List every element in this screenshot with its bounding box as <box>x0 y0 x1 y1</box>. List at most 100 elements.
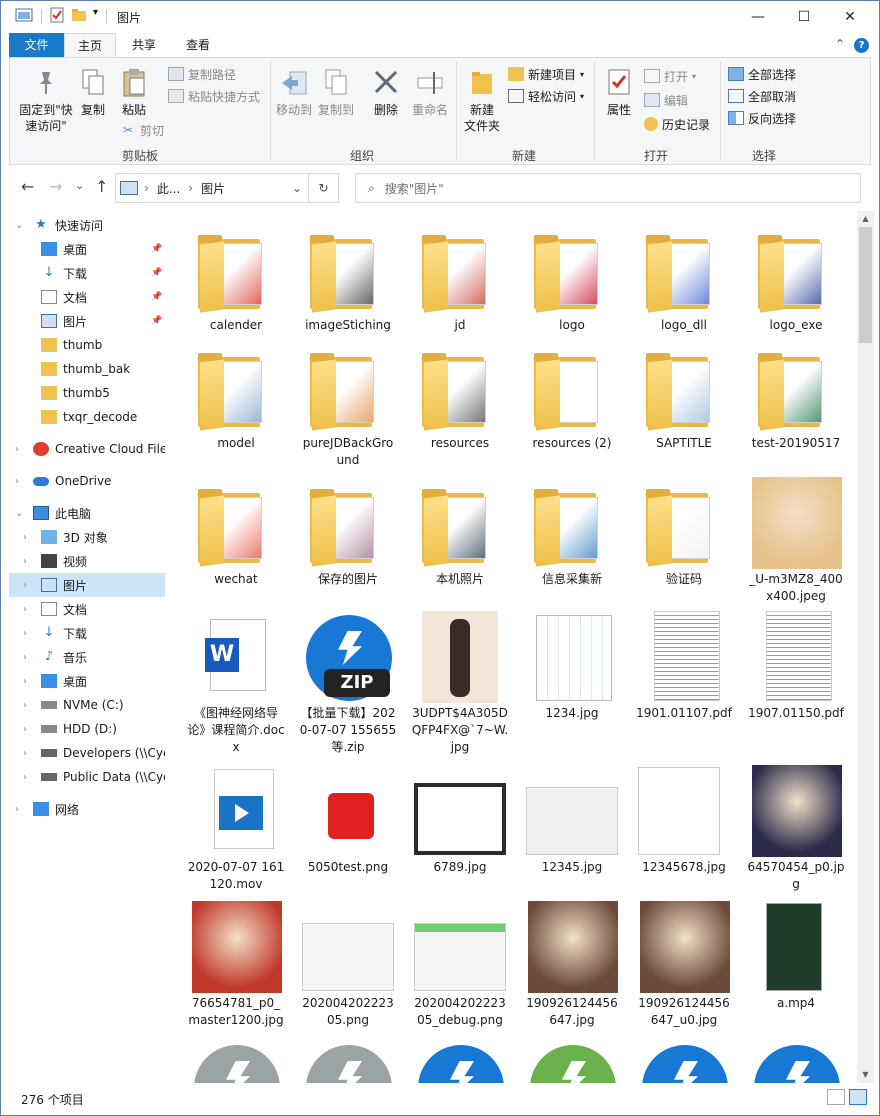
scroll-up-icon[interactable]: ▲ <box>857 211 874 227</box>
file-item[interactable]: 1901.01107.pdf <box>633 609 735 722</box>
file-item[interactable]: 2020-07-07 161120.mov <box>185 763 287 893</box>
back-button[interactable]: ← <box>21 177 34 196</box>
sidebar-item[interactable]: › Public Data (\\Cyc <box>9 765 165 789</box>
chevron-right-icon[interactable]: › <box>23 604 27 615</box>
file-item[interactable]: ZIP 【批量下载】2020-07-07 155655等.zip <box>297 609 399 756</box>
file-item[interactable]: 12345678.jpg <box>633 763 735 876</box>
file-item[interactable]: _U-m3MZ8_400x400.jpeg <box>745 475 847 605</box>
tab-home[interactable]: 主页 <box>64 33 116 57</box>
tab-file[interactable]: 文件 <box>9 33 64 57</box>
folder-item[interactable]: 信息采集新 <box>521 475 623 588</box>
chevron-down-icon[interactable]: ⌄ <box>15 220 23 231</box>
folder-item[interactable]: 本机照片 <box>409 475 511 588</box>
invert-selection-button[interactable]: 反向选择 <box>728 108 796 128</box>
file-item[interactable]: 20200420222305_debug.png <box>409 899 511 1029</box>
file-item[interactable] <box>633 1039 735 1083</box>
tab-view[interactable]: 查看 <box>172 33 224 57</box>
sidebar-item[interactable]: ⌄ ★ 快速访问 <box>9 213 165 237</box>
file-item[interactable]: 1234.jpg <box>521 609 623 722</box>
collapse-ribbon-icon[interactable]: ⌃ <box>835 37 845 51</box>
help-icon[interactable]: ? <box>854 38 869 53</box>
folder-item[interactable]: pureJDBackGround <box>297 339 399 469</box>
search-box[interactable]: ⌕ 搜索"图片" <box>355 173 861 203</box>
sidebar-item[interactable]: › NVMe (C:) <box>9 693 165 717</box>
select-all-button[interactable]: 全部选择 <box>728 64 796 84</box>
chevron-right-icon[interactable]: › <box>23 556 27 567</box>
file-item[interactable]: 6789.jpg <box>409 763 511 876</box>
folder-item[interactable]: calender <box>185 221 287 334</box>
sidebar-item[interactable]: › ↓ 下载 <box>9 621 165 645</box>
file-item[interactable]: 190926124456647.jpg <box>521 899 623 1029</box>
folder-item[interactable]: 保存的图片 <box>297 475 399 588</box>
address-bar[interactable]: › 此... › 图片 ⌄ <box>115 173 309 203</box>
forward-button[interactable]: → <box>49 177 62 196</box>
recent-locations-button[interactable]: ⌄ <box>75 179 84 192</box>
window-icon[interactable] <box>15 7 33 23</box>
minimize-button[interactable]: — <box>735 1 781 33</box>
chevron-right-icon[interactable]: › <box>23 676 27 687</box>
edit-button[interactable]: 编辑 <box>644 90 688 110</box>
file-item[interactable]: 12345.jpg <box>521 763 623 876</box>
sidebar-item[interactable]: › HDD (D:) <box>9 717 165 741</box>
file-item[interactable]: 76654781_p0_master1200.jpg <box>185 899 287 1029</box>
chevron-right-icon[interactable]: › <box>15 804 19 815</box>
sidebar-item[interactable]: › OneDrive <box>9 469 165 493</box>
file-item[interactable] <box>409 1039 511 1083</box>
sidebar-item[interactable]: ↓ 下载 📌 <box>9 261 165 285</box>
file-item[interactable] <box>297 1039 399 1083</box>
file-item[interactable] <box>185 1039 287 1083</box>
file-item[interactable] <box>521 1039 623 1083</box>
chevron-right-icon[interactable]: › <box>23 532 27 543</box>
sidebar-item[interactable]: thumb5 <box>9 381 165 405</box>
open-button[interactable]: 打开 ▾ <box>644 66 696 86</box>
address-dropdown-icon[interactable]: ⌄ <box>292 181 302 195</box>
chevron-right-icon[interactable]: › <box>23 580 27 591</box>
breadcrumb-pictures[interactable]: 图片 <box>201 180 225 197</box>
copy-to-button[interactable]: 复制到 <box>316 68 356 118</box>
chevron-right-icon[interactable]: › <box>23 700 27 711</box>
file-item[interactable]: 190926124456647_u0.jpg <box>633 899 735 1029</box>
chevron-down-icon[interactable]: ⌄ <box>15 508 23 519</box>
copy-button[interactable]: 复制 <box>78 68 108 118</box>
folder-item[interactable]: wechat <box>185 475 287 588</box>
folder-item[interactable]: SAPTITLE <box>633 339 735 452</box>
cut-button[interactable]: ✂ 剪切 <box>120 120 164 140</box>
file-item[interactable]: W 《图神经网络导论》课程简介.docx <box>185 609 287 756</box>
file-item[interactable]: a.mp4 <box>745 899 847 1012</box>
history-button[interactable]: 历史记录 <box>644 114 710 134</box>
folder-item[interactable]: jd <box>409 221 511 334</box>
up-button[interactable]: ↑ <box>95 177 108 196</box>
file-item[interactable]: 3UDPT$4A305DQFP4FX@`7~W.jpg <box>409 609 511 756</box>
folder-item[interactable]: logo_exe <box>745 221 847 334</box>
chevron-right-icon[interactable]: › <box>15 476 19 487</box>
folder-item[interactable]: test-20190517 <box>745 339 847 452</box>
maximize-button[interactable]: ☐ <box>781 1 827 33</box>
sidebar-item[interactable]: › 3D 对象 <box>9 525 165 549</box>
file-item[interactable]: 64570454_p0.jpg <box>745 763 847 893</box>
folder-item[interactable]: resources (2) <box>521 339 623 452</box>
move-to-button[interactable]: 移动到 <box>274 68 314 118</box>
sidebar-item[interactable]: 文档 📌 <box>9 285 165 309</box>
sidebar-item[interactable]: 桌面 📌 <box>9 237 165 261</box>
file-item[interactable]: 20200420222305.png <box>297 899 399 1029</box>
details-view-icon[interactable] <box>827 1089 845 1105</box>
paste-button[interactable]: 粘贴 <box>116 68 152 118</box>
select-none-button[interactable]: 全部取消 <box>728 86 796 106</box>
file-item[interactable] <box>745 1039 847 1083</box>
large-icons-view-icon[interactable] <box>849 1089 867 1105</box>
new-item-button[interactable]: 新建项目 ▾ <box>508 64 584 84</box>
sidebar-item[interactable]: › Creative Cloud Files <box>9 437 165 461</box>
chevron-right-icon[interactable]: › <box>23 748 27 759</box>
chevron-right-icon[interactable]: › <box>23 628 27 639</box>
scrollbar-thumb[interactable] <box>859 227 872 343</box>
vertical-scrollbar[interactable]: ▲ ▼ <box>857 211 874 1083</box>
sidebar-item[interactable]: txqr_decode <box>9 405 165 429</box>
tab-share[interactable]: 共享 <box>118 33 170 57</box>
close-button[interactable]: ✕ <box>827 1 873 33</box>
sidebar-item[interactable]: thumb_bak <box>9 357 165 381</box>
folder-item[interactable]: 验证码 <box>633 475 735 588</box>
new-folder-button[interactable]: 新建 文件夹 <box>460 68 504 134</box>
sidebar-item[interactable]: thumb <box>9 333 165 357</box>
sidebar-item[interactable]: 图片 📌 <box>9 309 165 333</box>
sidebar-item[interactable]: › 图片 <box>9 573 165 597</box>
